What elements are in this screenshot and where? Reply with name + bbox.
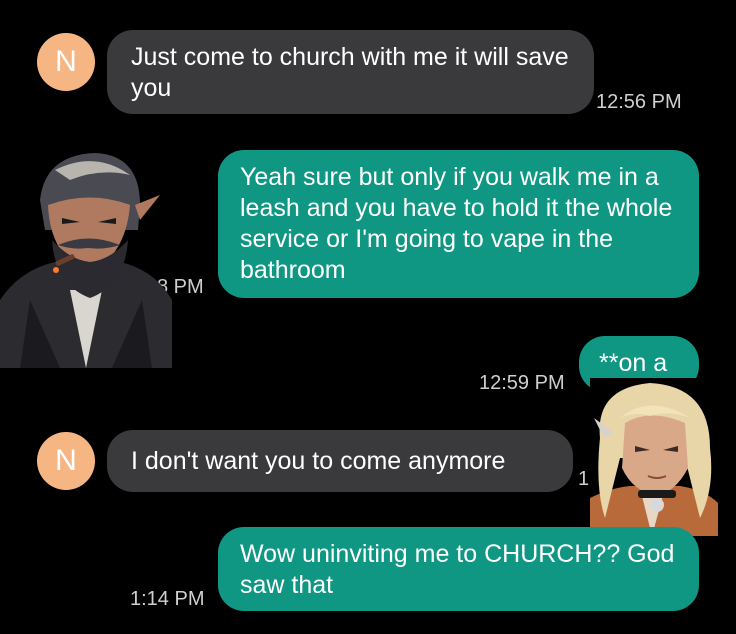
message-bubble-outgoing[interactable]: Wow uninviting me to CHURCH?? God saw th… [218, 527, 699, 611]
message-timestamp: 12:56 PM [596, 91, 682, 113]
contact-avatar[interactable]: N [37, 33, 95, 91]
message-text: I don't want you to come anymore [131, 447, 506, 475]
message-text: Just come to church with me it will save… [131, 43, 569, 102]
message-bubble-incoming[interactable]: I don't want you to come anymore [107, 430, 573, 492]
message-text: **on a [599, 349, 668, 377]
message-bubble-outgoing[interactable]: Yeah sure but only if you walk me in a l… [218, 150, 699, 298]
message-timestamp: 1 [578, 468, 590, 490]
message-bubble-incoming[interactable]: Just come to church with me it will save… [107, 30, 594, 114]
message-timestamp: 1:14 PM [130, 588, 205, 610]
character-portrait-bearded-man [0, 150, 172, 368]
message-text: Yeah sure but only if you walk me in a l… [240, 163, 673, 284]
character-portrait-blonde-woman [590, 378, 718, 536]
contact-avatar[interactable]: N [37, 432, 95, 490]
message-timestamp: 12:59 PM [479, 372, 565, 394]
message-text: Wow uninviting me to CHURCH?? God saw th… [240, 540, 675, 599]
